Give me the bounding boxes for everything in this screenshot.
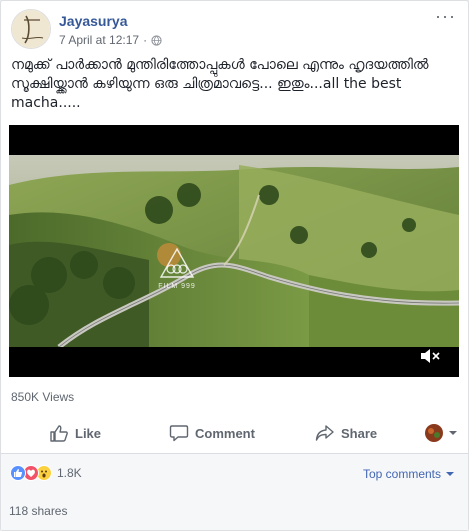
post-card: Jayasurya 7 April at 12:17 · ··· നമുക്ക്… bbox=[0, 0, 469, 531]
like-label: Like bbox=[75, 425, 102, 441]
reaction-selector[interactable] bbox=[424, 423, 458, 443]
chevron-down-icon bbox=[449, 431, 457, 435]
share-label: Share bbox=[341, 425, 378, 441]
page-avatar[interactable] bbox=[11, 9, 51, 49]
post-header: Jayasurya 7 April at 12:17 · ··· bbox=[11, 7, 458, 53]
video-player[interactable]: FILM 999 bbox=[9, 125, 459, 377]
like-reaction-icon bbox=[10, 465, 26, 481]
post-text: നമുക്ക് പാർക്കാൻ മുന്തിരിത്തോപ്പുകൾ പോലെ… bbox=[11, 57, 429, 111]
reaction-count: 1.8K bbox=[57, 466, 82, 480]
watermark-text: FILM 999 bbox=[158, 283, 196, 290]
like-button[interactable]: Like bbox=[49, 424, 101, 442]
view-count: 850K Views bbox=[11, 390, 75, 404]
watermark-logo-icon bbox=[159, 247, 195, 278]
post-timestamp[interactable]: 7 April at 12:17 bbox=[59, 33, 139, 47]
globe-icon bbox=[151, 34, 162, 46]
top-comments-dropdown[interactable]: Top comments bbox=[363, 467, 454, 481]
caret-down-icon bbox=[446, 472, 454, 476]
page-name-link[interactable]: Jayasurya bbox=[59, 13, 128, 29]
share-icon bbox=[315, 425, 334, 441]
action-bar: Like Comment Share bbox=[11, 413, 458, 453]
comment-icon bbox=[169, 425, 189, 442]
top-comments-label: Top comments bbox=[362, 467, 441, 481]
mute-icon[interactable] bbox=[419, 347, 441, 365]
comment-label: Comment bbox=[195, 425, 255, 441]
reaction-summary[interactable]: 1.8K bbox=[10, 465, 82, 481]
post-options-icon[interactable]: ··· bbox=[435, 7, 456, 25]
share-button[interactable]: Share bbox=[315, 424, 377, 442]
post-footer: 1.8K Top comments 118 shares bbox=[1, 454, 468, 530]
share-count[interactable]: 118 shares bbox=[9, 504, 67, 518]
page-profile-icon bbox=[425, 424, 443, 442]
comment-button[interactable]: Comment bbox=[169, 424, 255, 442]
post-meta: 7 April at 12:17 · bbox=[59, 33, 162, 47]
video-frame bbox=[9, 155, 459, 347]
video-watermark: FILM 999 bbox=[151, 247, 203, 290]
separator-dot: · bbox=[143, 33, 148, 47]
thumbs-up-icon bbox=[50, 425, 68, 442]
